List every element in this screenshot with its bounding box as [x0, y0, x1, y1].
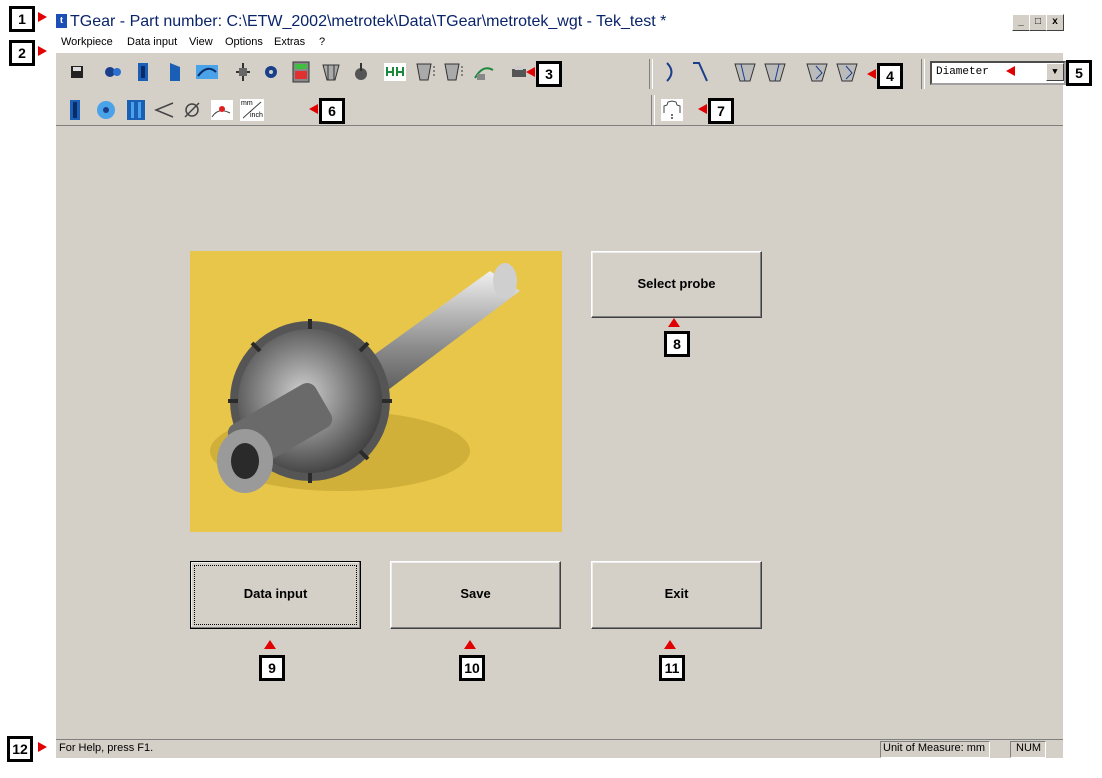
- status-num-pane: NUM: [1010, 741, 1046, 758]
- callout-12: 12: [7, 736, 33, 762]
- probe-cross-icon[interactable]: [231, 60, 255, 84]
- measure-curve-icon[interactable]: [195, 60, 219, 84]
- menu-options[interactable]: Options: [225, 36, 263, 48]
- tooth-flank-icon[interactable]: [163, 60, 187, 84]
- callout-6-arrow: [309, 104, 318, 114]
- unit-inch-label: inch: [250, 112, 263, 119]
- app-icon[interactable]: t: [56, 14, 67, 28]
- window-title: TGear - Part number: C:\ETW_2002\metrote…: [70, 13, 667, 30]
- close-button[interactable]: x: [1046, 14, 1064, 31]
- callout-4: 4: [877, 63, 903, 89]
- calculator-icon[interactable]: [289, 60, 313, 84]
- menu-view[interactable]: View: [189, 36, 213, 48]
- status-num-text: NUM: [1016, 742, 1042, 754]
- toolbar-separator: [649, 59, 653, 89]
- status-unit-text: Unit of Measure: mm: [883, 742, 986, 754]
- gear-settings-icon[interactable]: [259, 60, 283, 84]
- toolbar-separator-3: [651, 95, 655, 125]
- callout-1: 1: [9, 6, 35, 32]
- gear-tooth-b-icon[interactable]: [443, 60, 467, 84]
- callout-8-arrow: [668, 318, 680, 327]
- probe-contact-icon[interactable]: [210, 98, 234, 122]
- exit-button[interactable]: Exit: [591, 561, 762, 629]
- tooth-profile-icon[interactable]: [131, 60, 155, 84]
- gear-tooth-view-icon[interactable]: [319, 60, 343, 84]
- callout-8: 8: [664, 331, 690, 357]
- tooth-profile-b-icon[interactable]: [763, 60, 787, 84]
- callout-7: 7: [708, 98, 734, 124]
- status-bar: For Help, press F1. Unit of Measure: mm …: [56, 739, 1063, 758]
- callout-5: 5: [1066, 60, 1092, 86]
- tooth-profile-a-icon[interactable]: [733, 60, 757, 84]
- gear-shaft-image: [190, 251, 562, 532]
- maximize-button[interactable]: □: [1029, 14, 1047, 31]
- select-probe-button[interactable]: Select probe: [591, 251, 762, 318]
- callout-10: 10: [459, 655, 485, 681]
- minimize-button[interactable]: _: [1012, 14, 1030, 31]
- callout-9-arrow: [264, 640, 276, 649]
- angle-icon[interactable]: [152, 98, 176, 122]
- unit-toggle-icon[interactable]: mm inch: [240, 98, 264, 122]
- application-window: t TGear - Part number: C:\ETW_2002\metro…: [56, 11, 1066, 758]
- menu-workpiece[interactable]: Workpiece: [61, 36, 113, 48]
- tooth-lead-a-icon[interactable]: [805, 60, 829, 84]
- callout-7-arrow: [698, 104, 707, 114]
- menu-data-input[interactable]: Data input: [127, 36, 177, 48]
- save-button[interactable]: Save: [390, 561, 561, 629]
- callout-11-arrow: [664, 640, 676, 649]
- callout-6: 6: [319, 98, 345, 124]
- status-help-text: For Help, press F1.: [59, 742, 154, 754]
- menu-bar: Workpiece Data input View Options Extras…: [56, 33, 1063, 53]
- title-bar[interactable]: t TGear - Part number: C:\ETW_2002\metro…: [56, 11, 1064, 33]
- callout-9: 9: [259, 655, 285, 681]
- measurement-type-select[interactable]: Diameter ▼: [930, 61, 1066, 85]
- tooth-lead-b-icon[interactable]: [835, 60, 859, 84]
- gear-pair-icon[interactable]: [101, 60, 125, 84]
- save-icon[interactable]: [65, 60, 89, 84]
- save-label: Save: [460, 586, 491, 601]
- callout-11: 11: [659, 655, 685, 681]
- menu-extras[interactable]: Extras: [274, 36, 305, 48]
- callout-4-arrow: [867, 69, 876, 79]
- main-toolbar: 3 4: [56, 53, 1063, 96]
- menu-help[interactable]: ?: [319, 36, 325, 48]
- chevron-down-icon[interactable]: ▼: [1046, 63, 1064, 81]
- tooth-flank-blue-icon[interactable]: [63, 98, 87, 122]
- callout-3-arrow: [526, 67, 535, 77]
- bracket-icon[interactable]: [659, 60, 683, 84]
- toolbar-separator-2: [921, 59, 925, 89]
- gear-blue-icon[interactable]: [94, 98, 118, 122]
- tooth-block-icon[interactable]: [124, 98, 148, 122]
- exit-label: Exit: [664, 586, 689, 601]
- select-probe-label: Select probe: [637, 276, 716, 291]
- callout-10-arrow: [464, 640, 476, 649]
- slope-line-icon[interactable]: [689, 60, 713, 84]
- probe-gear-icon[interactable]: [349, 60, 373, 84]
- callout-1-arrow: [38, 12, 47, 22]
- callout-3: 3: [536, 61, 562, 87]
- callout-5-arrow: [1006, 66, 1015, 76]
- data-input-label: Data input: [243, 586, 308, 601]
- diameter-icon[interactable]: [180, 98, 204, 122]
- secondary-toolbar: mm inch 6 7: [56, 95, 1063, 126]
- gear-tooth-a-icon[interactable]: [415, 60, 439, 84]
- data-input-button[interactable]: Data input: [190, 561, 361, 629]
- measurement-type-value: Diameter: [936, 66, 989, 78]
- status-unit-pane: Unit of Measure: mm: [880, 741, 990, 758]
- iso-curve-icon[interactable]: [473, 60, 497, 84]
- callout-2-arrow: [38, 46, 47, 56]
- callout-12-arrow: [38, 742, 47, 752]
- callout-2: 2: [9, 40, 35, 66]
- pitch-measure-icon[interactable]: [383, 60, 407, 84]
- gear-outline-icon[interactable]: [660, 98, 684, 122]
